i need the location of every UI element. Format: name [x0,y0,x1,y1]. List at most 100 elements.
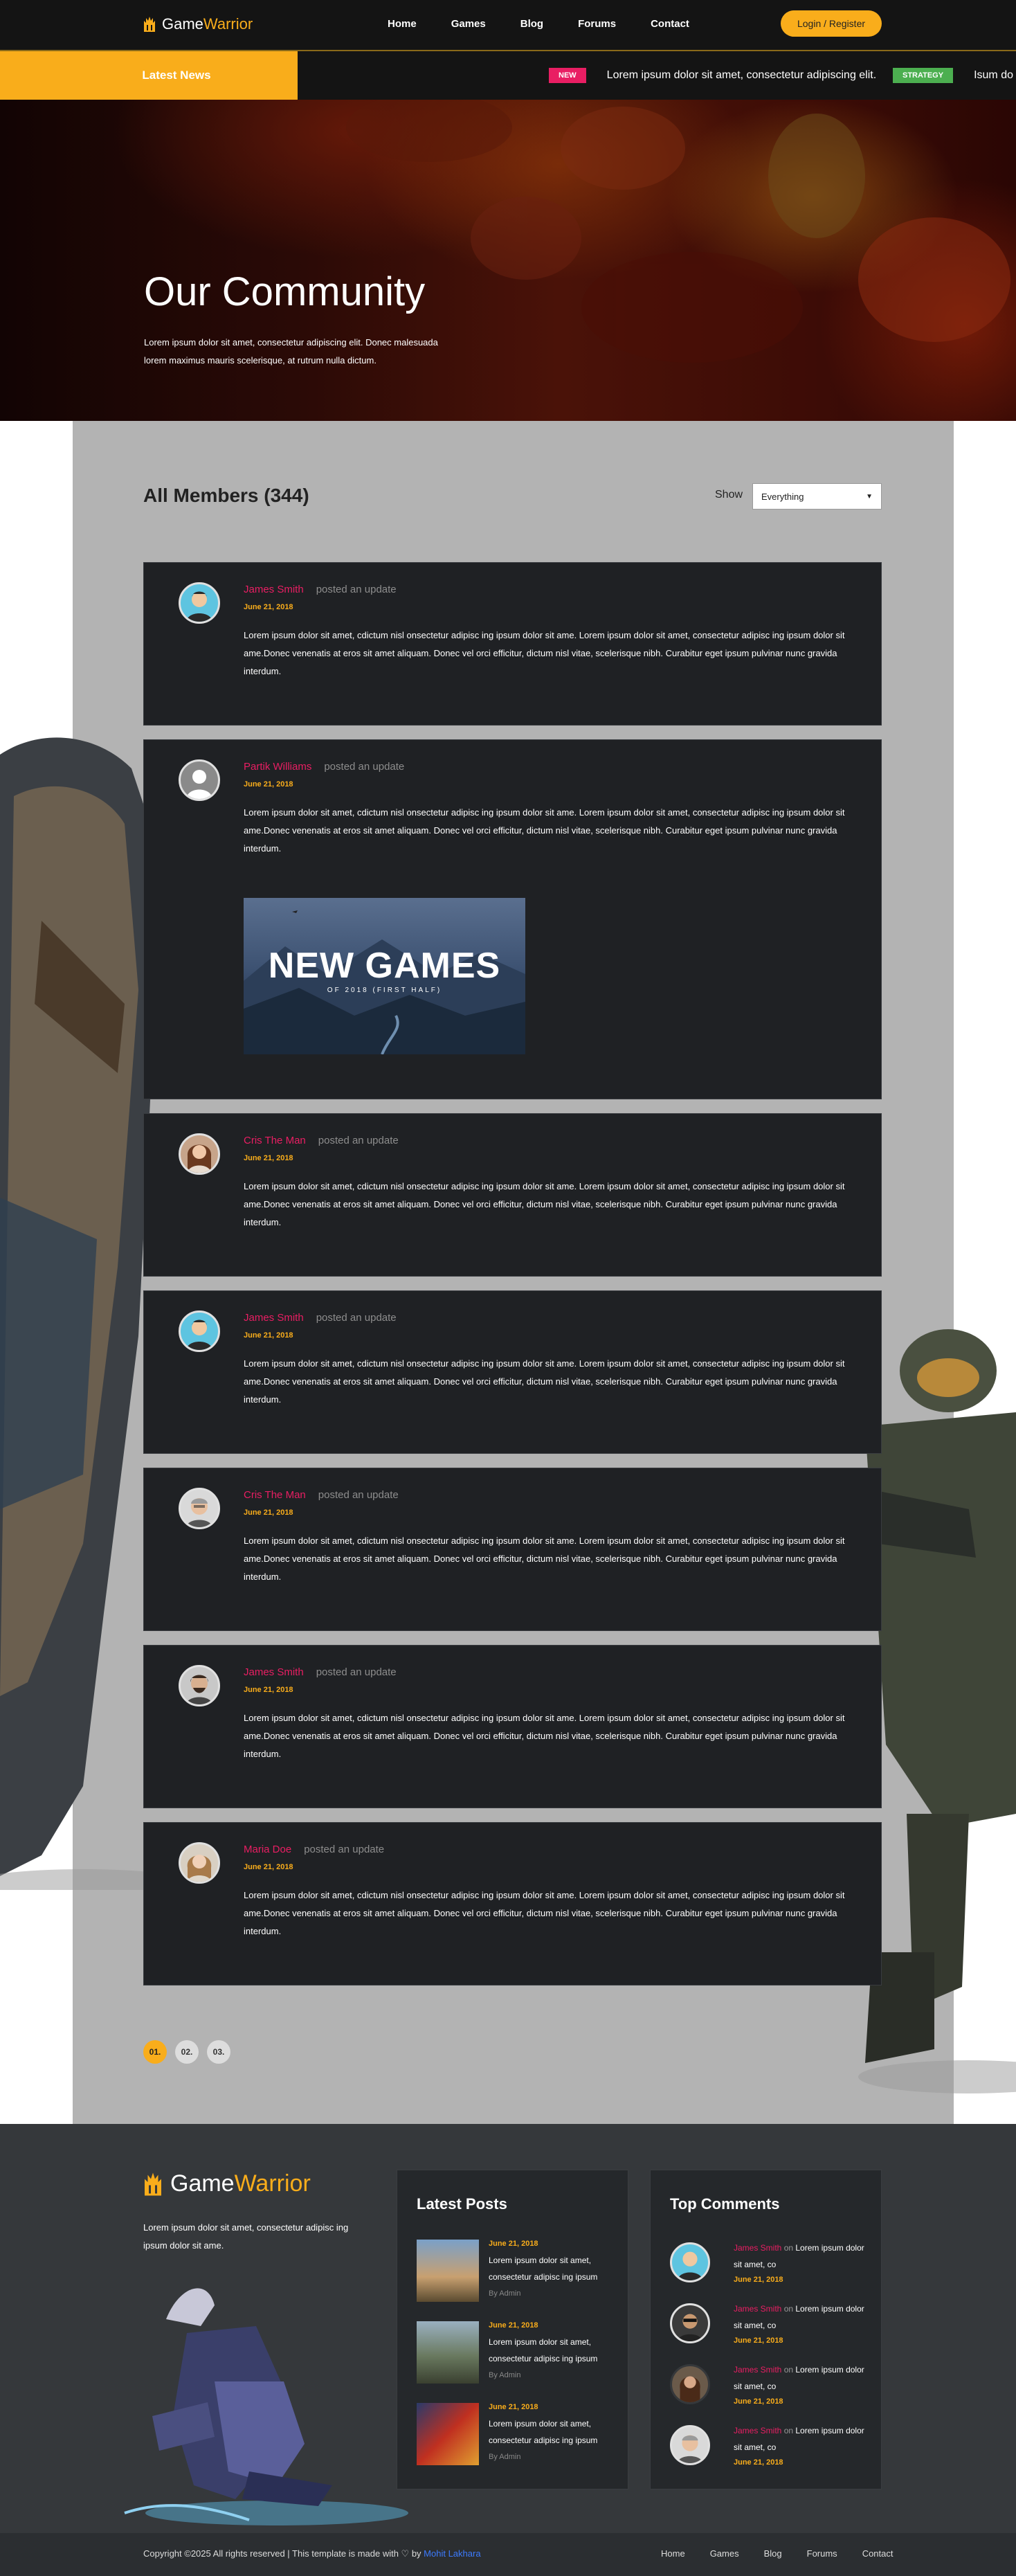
post-author[interactable]: Maria Doe posted an update [244,1844,384,1855]
comment-item[interactable]: James Smith on Lorem ipsum dolor sit ame… [670,2422,871,2478]
post-date: June 21, 2018 [489,2403,538,2411]
activity-post: Cris The Man posted an update June 21, 20… [143,1113,882,1277]
post-thumbnail [417,2321,479,2384]
main-nav: Home Games Blog Forums Contact [388,18,724,30]
activity-post: Maria Doe posted an update June 21, 2018 … [143,1822,882,1985]
post-date: June 21, 2018 [244,1508,293,1517]
hero-title: Our Community [144,269,426,314]
copyright-text: Copyright ©2025 All rights reserved | Th… [143,2548,481,2559]
nav-blog[interactable]: Blog [520,18,543,30]
activity-post: James Smith posted an update June 21, 201… [143,562,882,726]
footer-nav-forums[interactable]: Forums [807,2548,837,2559]
footer-nav-contact[interactable]: Contact [862,2548,893,2559]
nav-games[interactable]: Games [451,18,486,30]
footer-nav-blog[interactable]: Blog [764,2548,782,2559]
post-author[interactable]: James Smith posted an update [244,584,397,595]
hero-background-art [346,100,1010,363]
post-date: June 21, 2018 [244,1331,293,1340]
post-date: June 21, 2018 [244,603,293,611]
avatar[interactable] [179,1842,220,1884]
author-link[interactable]: Mohit Lakhara [424,2548,480,2559]
nav-contact[interactable]: Contact [651,18,689,30]
ticker-item[interactable]: STRATEGY Isum do [893,68,1013,83]
page-button[interactable]: 02. [175,2040,199,2064]
avatar[interactable] [179,1310,220,1352]
footer-nav-games[interactable]: Games [710,2548,739,2559]
post-date: June 21, 2018 [489,2240,538,2248]
post-author[interactable]: Cris The Man posted an update [244,1489,399,1501]
post-author[interactable]: Partik Williams posted an update [244,761,404,773]
comment-item[interactable]: James Smith on Lorem ipsum dolor sit ame… [670,2240,871,2295]
site-header: Game Warrior Home Games Blog Forums Cont… [0,0,1016,51]
activity-post: Partik Williams posted an update June 21,… [143,739,882,1099]
post-thumbnail [417,2403,479,2465]
footer-logo-main: Game [170,2170,235,2197]
avatar [670,2425,710,2465]
post-author[interactable]: James Smith posted an update [244,1312,397,1324]
comment-item[interactable]: James Smith on Lorem ipsum dolor sit ame… [670,2300,871,2356]
post-text: Lorem ipsum dolor sit amet, cdictum nisl… [244,1181,845,1227]
login-register-button[interactable]: Login / Register [781,10,882,37]
show-filter-select[interactable]: Everything ▼ [752,483,882,510]
chevron-down-icon: ▼ [866,492,873,501]
post-author[interactable]: Cris The Man posted an update [244,1135,399,1146]
post-author[interactable]: James Smith posted an update [244,1666,397,1678]
ticker-item[interactable]: NEW Lorem ipsum dolor sit amet, consecte… [549,68,876,83]
footer-nav-home[interactable]: Home [661,2548,685,2559]
post-excerpt: Lorem ipsum dolor sit amet, consectetur … [489,2337,598,2363]
activity-post: James Smith posted an update June 21, 201… [143,1290,882,1454]
pagination: 01. 02. 03. [143,2040,230,2064]
page-button[interactable]: 01. [143,2040,167,2064]
comment-date: June 21, 2018 [734,2276,783,2284]
post-text: Lorem ipsum dolor sit amet, cdictum nisl… [244,807,845,854]
footer-logo-accent: Warrior [234,2170,311,2197]
comment-date: June 21, 2018 [734,2397,783,2406]
hero-banner: Our Community Lorem ipsum dolor sit amet… [0,100,1016,421]
activity-post: Cris The Man posted an update June 21, 20… [143,1468,882,1631]
logo-text-main: Game [162,15,203,33]
avatar[interactable] [179,1665,220,1706]
post-date: June 21, 2018 [244,780,293,789]
comment-text: James Smith on Lorem ipsum dolor sit ame… [734,2365,864,2391]
site-logo[interactable]: Game Warrior [143,15,253,33]
post-author: By Admin [489,2289,521,2298]
latest-post-item[interactable]: June 21, 2018 Lorem ipsum dolor sit amet… [417,2321,610,2384]
hero-text: Lorem ipsum dolor sit amet, consectetur … [144,337,438,366]
widget-title: Latest Posts [417,2195,507,2213]
footer-logo[interactable]: Game Warrior [143,2170,311,2197]
avatar [670,2242,710,2282]
ticker-text: Isum do [974,69,1013,81]
avatar[interactable] [179,1488,220,1529]
latest-post-item[interactable]: June 21, 2018 Lorem ipsum dolor sit amet… [417,2403,610,2465]
latest-post-item[interactable]: June 21, 2018 Lorem ipsum dolor sit amet… [417,2240,610,2302]
post-image-subtitle: OF 2018 (FIRST HALF) [327,987,442,994]
post-date: June 21, 2018 [244,1863,293,1871]
avatar[interactable] [179,1133,220,1175]
latest-posts-widget: Latest Posts June 21, 2018 Lorem ipsum d… [397,2170,628,2489]
nav-forums[interactable]: Forums [578,18,616,30]
footer-nav: Home Games Blog Forums Contact [661,2548,918,2559]
logo-text-accent: Warrior [203,15,253,33]
show-select-value: Everything [761,491,804,502]
post-text: Lorem ipsum dolor sit amet, cdictum nisl… [244,1890,845,1936]
post-excerpt: Lorem ipsum dolor sit amet, consectetur … [489,2255,598,2282]
comment-text: James Smith on Lorem ipsum dolor sit ame… [734,2426,864,2452]
post-image-new-games[interactable]: NEW GAMES OF 2018 (FIRST HALF) [244,898,525,1054]
post-excerpt: Lorem ipsum dolor sit amet, consectetur … [489,2419,598,2445]
post-text: Lorem ipsum dolor sit amet, cdictum nisl… [244,1358,845,1405]
armored-warrior-art [124,2288,408,2525]
comment-text: James Smith on Lorem ipsum dolor sit ame… [734,2243,864,2269]
warrior-figure-left [0,737,166,1890]
show-label: Show [715,489,743,501]
comment-date: June 21, 2018 [734,2336,783,2345]
avatar[interactable] [179,582,220,624]
crown-icon [144,17,155,32]
comment-item[interactable]: James Smith on Lorem ipsum dolor sit ame… [670,2361,871,2417]
avatar[interactable] [179,759,220,801]
page-button[interactable]: 03. [207,2040,230,2064]
nav-home[interactable]: Home [388,18,417,30]
post-author: By Admin [489,2453,521,2461]
ticker-label: Latest News [0,51,298,100]
members-title: All Members (344) [143,485,309,506]
post-date: June 21, 2018 [244,1686,293,1694]
